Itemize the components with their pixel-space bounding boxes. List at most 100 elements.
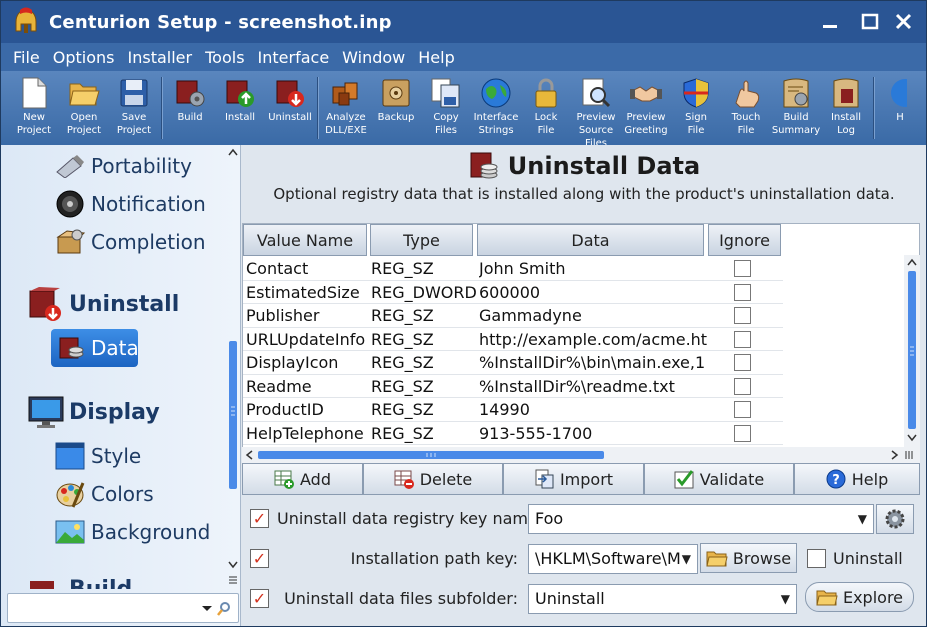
nav-colors[interactable]: Colors xyxy=(55,479,154,509)
explore-button[interactable]: Explore xyxy=(805,582,914,612)
cell-type: REG_SZ xyxy=(371,376,434,396)
menu-tools[interactable]: Tools xyxy=(205,48,244,67)
window-style-icon xyxy=(55,442,85,470)
nav-uninstall-data[interactable]: Data xyxy=(51,329,139,367)
grid-vertical-scrollbar[interactable] xyxy=(904,255,920,447)
ignore-checkbox[interactable] xyxy=(734,377,751,395)
menu-help[interactable]: Help xyxy=(418,48,454,67)
keyname-combobox[interactable]: Foo ▼ xyxy=(528,504,874,534)
open-project-button[interactable]: Open Project xyxy=(59,71,109,145)
import-button[interactable]: Import xyxy=(503,463,644,495)
install-button[interactable]: Install xyxy=(215,71,265,145)
gear-icon xyxy=(885,509,905,529)
install-log-button[interactable]: Install Log xyxy=(821,71,871,145)
toolbar-label: Files xyxy=(435,125,457,136)
nav-completion[interactable]: Completion xyxy=(55,227,206,257)
close-button[interactable] xyxy=(887,7,921,37)
menu-file[interactable]: File xyxy=(13,48,40,67)
nav-label: Background xyxy=(91,520,211,544)
nav-build[interactable]: Build xyxy=(27,573,132,589)
table-row[interactable]: EstimatedSize REG_DWORD 600000 xyxy=(243,281,783,304)
column-header-value-name[interactable]: Value Name xyxy=(243,224,367,256)
column-header-type[interactable]: Type xyxy=(370,224,473,256)
keyname-settings-button[interactable] xyxy=(876,504,914,534)
nav-uninstall[interactable]: Uninstall xyxy=(27,285,179,323)
lock-file-button[interactable]: Lock File xyxy=(521,71,571,145)
toolbar-label: Build xyxy=(783,112,809,123)
keyname-value: Foo xyxy=(535,509,564,528)
table-row[interactable]: DisplayIcon REG_SZ %InstallDir%\bin\main… xyxy=(243,351,783,375)
menu-options[interactable]: Options xyxy=(53,48,115,67)
uninstall-checkbox[interactable] xyxy=(807,549,826,568)
ignore-checkbox[interactable] xyxy=(734,307,751,324)
grid-horizontal-scrollbar[interactable] xyxy=(242,447,920,463)
subfolder-combobox[interactable]: Uninstall ▼ xyxy=(528,584,797,614)
table-row[interactable]: HelpTelephone REG_SZ 913-555-1700 xyxy=(243,422,783,445)
column-header-ignore[interactable]: Ignore xyxy=(708,224,781,256)
preview-source-files-button[interactable]: Preview Source Files xyxy=(571,71,621,149)
monitor-icon xyxy=(28,396,64,428)
copy-files-button[interactable]: Copy Files xyxy=(421,71,471,145)
pathkey-label: Installation path key: xyxy=(350,549,518,568)
nav-background[interactable]: Background xyxy=(55,517,210,547)
table-row[interactable]: Readme REG_SZ %InstallDir%\readme.txt xyxy=(243,375,783,398)
toolbar-separator xyxy=(317,77,319,139)
new-project-button[interactable]: New Project xyxy=(9,71,59,145)
ignore-checkbox[interactable] xyxy=(734,283,751,301)
nav-portability[interactable]: Portability xyxy=(55,151,192,181)
menu-window[interactable]: Window xyxy=(342,48,405,67)
subfolder-option: ✓ Uninstall data files subfolder: xyxy=(250,589,518,608)
cell-type: REG_SZ xyxy=(371,306,434,325)
table-row[interactable]: Contact REG_SZ John Smith xyxy=(243,257,783,281)
maximize-button[interactable] xyxy=(853,7,887,37)
sidebar-search-combo[interactable] xyxy=(7,593,239,623)
preview-greeting-button[interactable]: Preview Greeting xyxy=(621,71,671,145)
validate-button[interactable]: Validate xyxy=(644,463,794,495)
button-label: Import xyxy=(559,469,614,489)
menu-installer[interactable]: Installer xyxy=(128,48,193,67)
backup-button[interactable]: Backup xyxy=(371,71,421,145)
ignore-checkbox[interactable] xyxy=(734,330,751,348)
nav-notification[interactable]: Notification xyxy=(55,189,206,219)
build-summary-icon xyxy=(783,78,809,108)
interface-strings-button[interactable]: Interface Strings xyxy=(471,71,521,145)
table-row[interactable]: URLUpdateInfo REG_SZ http://example.com/… xyxy=(243,328,783,351)
ignore-checkbox[interactable] xyxy=(734,424,751,442)
help-globe-icon xyxy=(891,79,907,107)
add-button[interactable]: Add xyxy=(242,463,363,495)
build-summary-button[interactable]: Build Summary xyxy=(771,71,821,145)
toolbar-label: File xyxy=(537,125,555,136)
toolbar-label: Copy xyxy=(433,112,459,123)
minimize-button[interactable] xyxy=(813,7,847,37)
pathkey-combobox[interactable]: \HKLM\Software\M ▼ xyxy=(528,544,698,574)
toolbar-label: Preview xyxy=(576,112,616,123)
analyze-dll-button[interactable]: Analyze DLL/EXE xyxy=(321,71,371,145)
menu-interface[interactable]: Interface xyxy=(258,48,330,67)
uninstall-button[interactable]: Uninstall xyxy=(265,71,315,145)
column-header-data[interactable]: Data xyxy=(477,224,704,256)
pathkey-checkbox[interactable]: ✓ xyxy=(250,549,269,568)
backup-safe-icon xyxy=(382,79,410,107)
ignore-checkbox[interactable] xyxy=(734,401,751,418)
delete-row-icon xyxy=(394,470,414,489)
subfolder-checkbox[interactable]: ✓ xyxy=(250,589,269,608)
sign-file-button[interactable]: Sign File xyxy=(671,71,721,145)
save-project-button[interactable]: Save Project xyxy=(109,71,159,145)
touch-file-button[interactable]: Touch File xyxy=(721,71,771,145)
keyname-checkbox[interactable]: ✓ xyxy=(250,509,269,528)
help-button[interactable]: H xyxy=(877,71,907,145)
nav-style[interactable]: Style xyxy=(55,441,141,471)
ignore-checkbox[interactable] xyxy=(734,260,751,277)
registry-data-grid[interactable]: Value Name Type Data Ignore Contact REG_… xyxy=(242,223,920,463)
build-button[interactable]: Build xyxy=(165,71,215,145)
ignore-checkbox[interactable] xyxy=(734,354,751,371)
browse-button[interactable]: Browse xyxy=(700,543,797,573)
table-row[interactable]: ProductID REG_SZ 14990 xyxy=(243,398,783,422)
nav-display[interactable]: Display xyxy=(27,393,160,431)
delete-button[interactable]: Delete xyxy=(363,463,503,495)
table-row[interactable]: Publisher REG_SZ Gammadyne xyxy=(243,304,783,328)
padlock-icon xyxy=(535,78,557,108)
help-button[interactable]: ? Help xyxy=(794,463,920,495)
toolbar-label: Install xyxy=(224,112,256,123)
sidebar-scrollbar[interactable] xyxy=(226,145,240,585)
